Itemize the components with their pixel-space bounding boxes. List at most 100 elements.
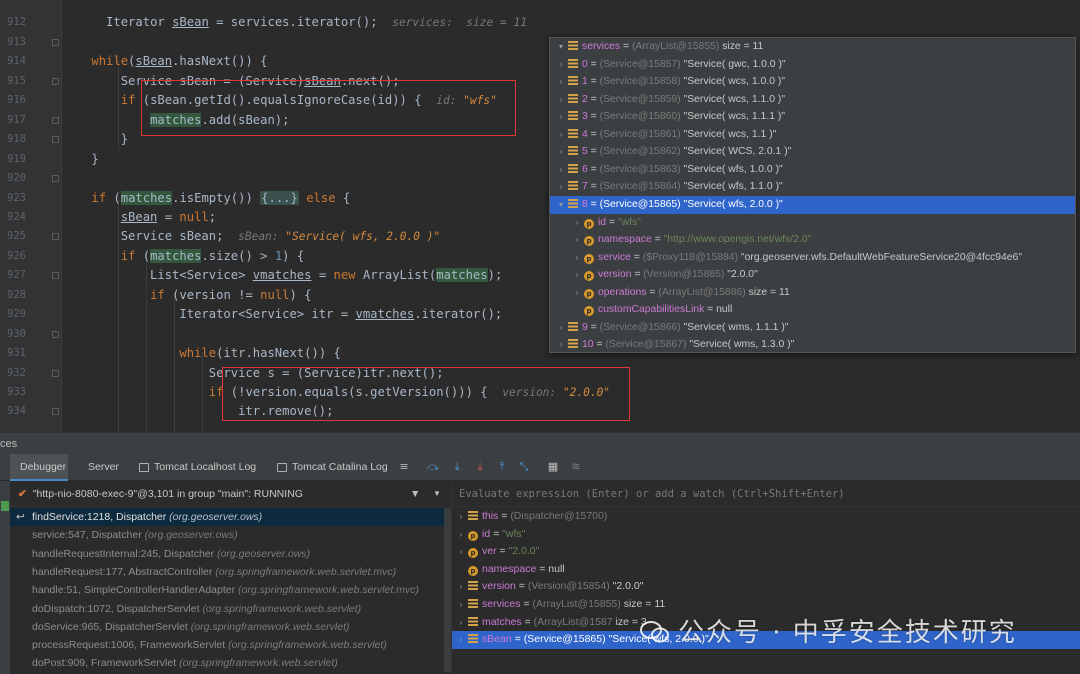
code-line[interactable]: Iterator<Service> itr = vmatches.iterato… xyxy=(62,305,502,324)
fold-toggle-icon[interactable] xyxy=(52,77,59,85)
tab-tomcat-catalina-log[interactable]: Tomcat Catalina Log xyxy=(274,454,394,481)
chevron-right-icon[interactable]: › xyxy=(456,578,466,596)
chevron-down-icon[interactable]: ▾ xyxy=(556,38,566,56)
stack-frame[interactable]: doDispatch:1072, DispatcherServlet (org.… xyxy=(10,600,451,618)
tree-row[interactable]: › 0 = (Service@15857) "Service( gwc, 1.0.… xyxy=(550,56,1075,74)
code-line[interactable]: List<Service> vmatches = new ArrayList(m… xyxy=(62,266,502,285)
frames-panel[interactable]: ✔ "http-nio-8080-exec-9"@3,101 in group "… xyxy=(10,481,452,674)
stack-frame[interactable]: handle:51, SimpleControllerHandlerAdapte… xyxy=(10,581,451,599)
tree-row[interactable]: › this = (Dispatcher@15700) xyxy=(452,508,1080,526)
thread-selector[interactable]: ✔ "http-nio-8080-exec-9"@3,101 in group "… xyxy=(10,481,451,507)
force-step-into-icon[interactable]: ⤓ xyxy=(474,461,486,473)
tree-row[interactable]: › 6 = (Service@15863) "Service( wfs, 1.0.… xyxy=(550,161,1075,179)
stack-frame[interactable]: service:547, Dispatcher (org.geoserver.o… xyxy=(10,526,451,544)
step-out-icon[interactable]: ⤒ xyxy=(496,461,508,473)
tree-row[interactable]: › p id = "wfs" xyxy=(550,214,1075,232)
frames-scrollbar[interactable] xyxy=(444,508,451,672)
stack-frame[interactable]: doService:965, DispatcherServlet (org.sp… xyxy=(10,618,451,636)
fold-toggle-icon[interactable] xyxy=(52,369,59,377)
code-line[interactable] xyxy=(62,0,179,13)
fold-toggle-icon[interactable] xyxy=(52,272,59,280)
stack-frame[interactable]: handleRequestInternal:245, Dispatcher (o… xyxy=(10,545,451,563)
tree-row[interactable]: p namespace = null xyxy=(452,561,1080,579)
fold-toggle-icon[interactable] xyxy=(52,330,59,338)
code-line[interactable]: } xyxy=(62,130,128,149)
chevron-down-icon[interactable]: ▼ xyxy=(433,481,441,507)
code-line[interactable]: sBean = null; xyxy=(62,208,216,227)
chevron-right-icon[interactable]: › xyxy=(456,596,466,614)
chevron-right-icon[interactable]: › xyxy=(556,143,566,161)
step-over-icon[interactable]: ⤓ xyxy=(451,461,463,473)
fold-toggle-icon[interactable] xyxy=(52,233,59,241)
code-line[interactable]: if (matches.size() > 1) { xyxy=(62,247,304,266)
tree-row[interactable]: › 7 = (Service@15864) "Service( wfs, 1.1.… xyxy=(550,178,1075,196)
chevron-right-icon[interactable]: › xyxy=(456,508,466,526)
chevron-right-icon[interactable]: › xyxy=(456,614,466,632)
chevron-right-icon[interactable]: › xyxy=(556,56,566,74)
tree-row[interactable]: › p service = ($Proxy118@15884) "org.geose… xyxy=(550,249,1075,267)
fold-toggle-icon[interactable] xyxy=(52,38,59,46)
tree-row[interactable]: › p operations = (ArrayList@15886) size = … xyxy=(550,284,1075,302)
filter-icon[interactable]: ▼ xyxy=(410,481,420,507)
chevron-down-icon[interactable]: ▾ xyxy=(556,196,566,214)
tree-row[interactable]: › 5 = (Service@15862) "Service( WCS, 2.0.… xyxy=(550,143,1075,161)
stack-frame[interactable]: doPost:909, FrameworkServlet (org.spring… xyxy=(10,654,451,672)
fold-toggle-icon[interactable] xyxy=(52,175,59,182)
tab-tomcat-localhost-log[interactable]: Tomcat Localhost Log xyxy=(136,454,266,481)
tree-row[interactable]: ▾ services = (ArrayList@15855) size = 11 xyxy=(550,38,1075,56)
tree-row[interactable]: › 3 = (Service@15860) "Service( wcs, 1.1.… xyxy=(550,108,1075,126)
tree-row[interactable]: › 9 = (Service@15866) "Service( wms, 1.1.… xyxy=(550,319,1075,337)
show-execution-point-icon[interactable]: ⤼ xyxy=(427,461,439,473)
stack-frame[interactable]: processRequest:1006, FrameworkServlet (o… xyxy=(10,636,451,654)
code-line[interactable]: if (matches.isEmpty()) {...} else { xyxy=(62,189,350,208)
chevron-right-icon[interactable]: › xyxy=(572,249,582,267)
fold-toggle-icon[interactable] xyxy=(52,136,59,144)
tree-row[interactable]: › 10 = (Service@15867) "Service( wms, 1.3… xyxy=(550,336,1075,352)
tree-row[interactable]: › version = (Version@15854) "2.0.0" xyxy=(452,578,1080,596)
tree-row[interactable]: › p ver = "2.0.0" xyxy=(452,543,1080,561)
menu-icon[interactable]: ≡ xyxy=(398,461,410,473)
code-line[interactable]: while(itr.hasNext()) { xyxy=(62,344,340,363)
chevron-right-icon[interactable]: › xyxy=(556,73,566,91)
chevron-right-icon[interactable]: › xyxy=(556,161,566,179)
code-line[interactable]: while(sBean.hasNext()) { xyxy=(62,52,267,71)
tree-row[interactable]: ▾ 8 = (Service@15865) "Service( wfs, 2.0.… xyxy=(550,196,1075,214)
code-line[interactable]: Service sBean; sBean: "Service( wfs, 2.0… xyxy=(62,227,441,246)
variable-inspect-popup[interactable]: ▾ services = (ArrayList@15855) size = 11 ›… xyxy=(549,37,1076,353)
chevron-right-icon[interactable]: › xyxy=(556,336,566,352)
tree-row[interactable]: › services = (ArrayList@15855) size = 11 xyxy=(452,596,1080,614)
stack-frame[interactable]: ↩ findService:1218, Dispatcher (org.geose… xyxy=(10,508,451,527)
evaluate-expression-input[interactable]: Evaluate expression (Enter) or add a wat… xyxy=(452,481,1080,507)
chevron-right-icon[interactable]: › xyxy=(556,126,566,144)
chevron-right-icon[interactable]: › xyxy=(556,108,566,126)
chevron-right-icon[interactable]: › xyxy=(572,231,582,249)
chevron-right-icon[interactable]: › xyxy=(556,319,566,337)
chevron-right-icon[interactable]: › xyxy=(556,91,566,109)
chevron-right-icon[interactable]: › xyxy=(456,631,466,649)
chevron-right-icon[interactable]: › xyxy=(572,284,582,302)
fold-toggle-icon[interactable] xyxy=(52,408,59,416)
code-line[interactable]: Iterator sBean = services.iterator(); se… xyxy=(62,13,527,32)
tab-server[interactable]: Server xyxy=(78,454,128,481)
tab-debugger[interactable]: Debugger xyxy=(10,454,68,481)
run-to-cursor-icon[interactable]: ⤡ xyxy=(518,461,530,473)
tree-row[interactable]: › p id = "wfs" xyxy=(452,526,1080,544)
trace-icon[interactable]: ≋ xyxy=(570,461,582,473)
chevron-right-icon[interactable]: › xyxy=(456,526,466,544)
code-line[interactable]: if (version != null) { xyxy=(62,286,311,305)
tree-row[interactable]: › p version = (Version@15885) "2.0.0" xyxy=(550,266,1075,284)
fold-toggle-icon[interactable] xyxy=(52,116,59,124)
chevron-right-icon[interactable]: › xyxy=(556,178,566,196)
tree-row[interactable]: › 2 = (Service@15859) "Service( wcs, 1.1.… xyxy=(550,91,1075,109)
tree-row[interactable]: › 4 = (Service@15861) "Service( wcs, 1.1 … xyxy=(550,126,1075,144)
chevron-right-icon[interactable]: › xyxy=(572,266,582,284)
tree-row[interactable]: › 1 = (Service@15858) "Service( wcs, 1.0.… xyxy=(550,73,1075,91)
code-line[interactable]: } xyxy=(62,150,98,169)
evaluate-expression-icon[interactable]: ▦ xyxy=(547,461,559,473)
tree-row[interactable]: › p namespace = "http://www.opengis.net/wf… xyxy=(550,231,1075,249)
resume-icon[interactable] xyxy=(1,501,9,511)
chevron-right-icon[interactable]: › xyxy=(456,543,466,561)
tree-row[interactable]: p customCapabilitiesLink = null xyxy=(550,301,1075,319)
stack-frame[interactable]: handleRequest:177, AbstractController (o… xyxy=(10,563,451,581)
chevron-right-icon[interactable]: › xyxy=(572,214,582,232)
